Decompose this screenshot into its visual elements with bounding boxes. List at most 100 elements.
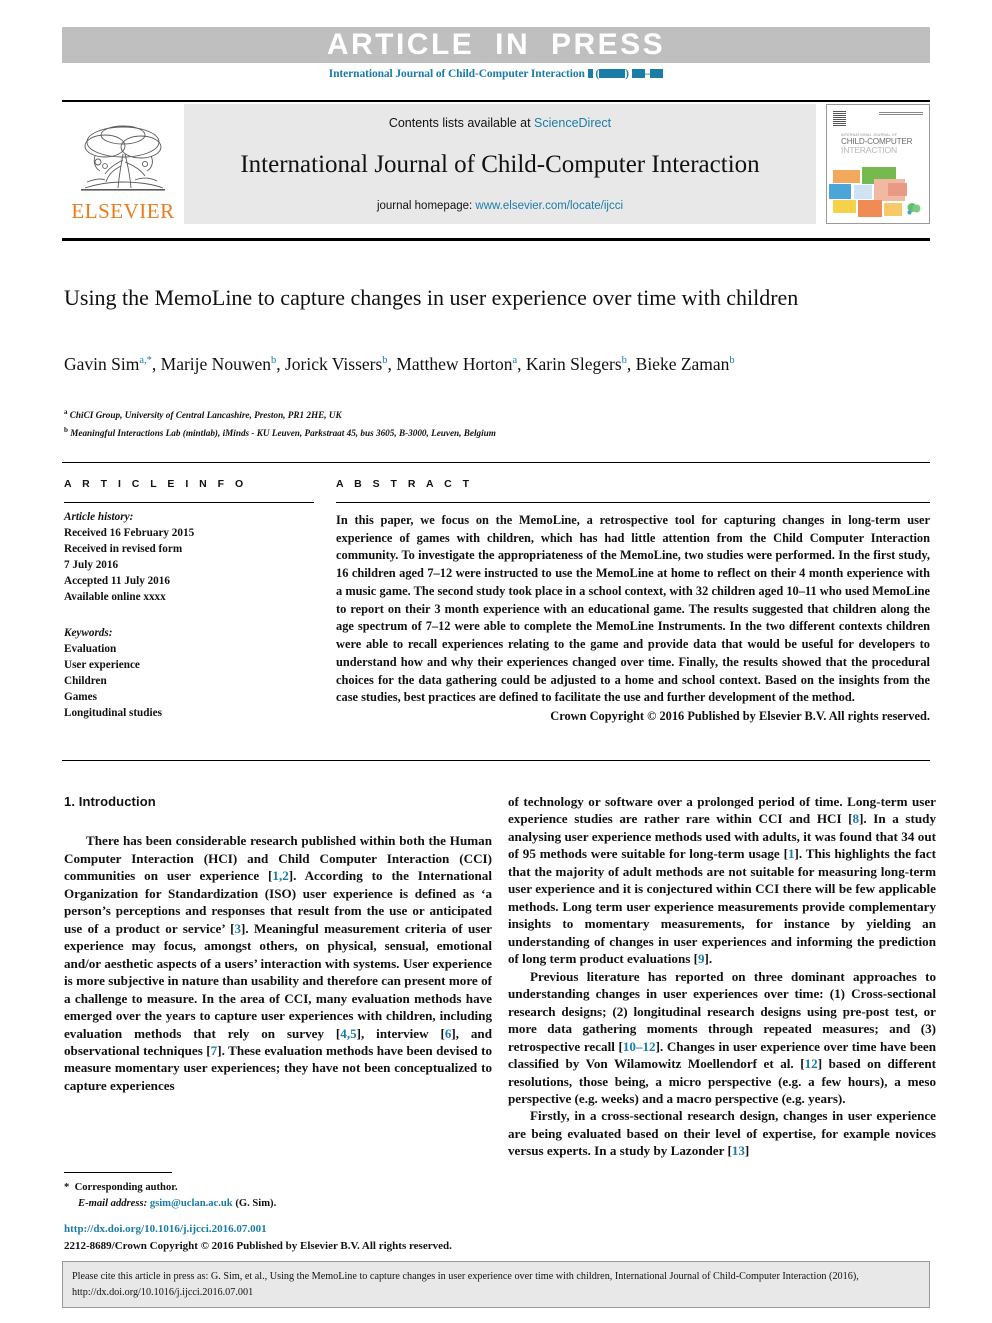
affiliation-text: Meaningful Interactions Lab (mintlab), i… — [70, 428, 496, 439]
cite-this-article-box: Please cite this article in press as: G.… — [62, 1261, 930, 1308]
abstract-column: A B S T R A C T In this paper, we focus … — [336, 478, 930, 724]
paragraph: Previous literature has reported on thre… — [508, 968, 937, 1106]
paragraph: There has been considerable research pub… — [64, 833, 493, 1093]
abstract-copyright: Crown Copyright © 2016 Published by Else… — [550, 709, 930, 724]
page-title: Using the MemoLine to capture changes in… — [64, 285, 799, 310]
keyword-item: User experience — [64, 659, 140, 672]
email-suffix: (G. Sim). — [235, 1197, 277, 1209]
author-marks: b — [621, 355, 627, 367]
journal-cover-thumbnail: INTERNATIONAL JOURNAL OF CHILD-COMPUTER … — [826, 104, 930, 224]
keyword-item: Children — [64, 675, 107, 688]
email-line: E-mail address: gsim@uclan.ac.uk (G. Sim… — [64, 1196, 494, 1212]
contents-prefix: Contents lists available at — [388, 116, 535, 130]
citation-ref[interactable]: 7 — [211, 1043, 218, 1058]
article-page: ARTICLE IN PRESS International Journal o… — [0, 0, 992, 1323]
abstract-heading: A B S T R A C T — [336, 478, 473, 490]
homepage-label: journal homepage: — [376, 200, 476, 212]
abstract-body: In this paper, we focus on the MemoLine,… — [336, 513, 930, 705]
keyword-item: Longitudinal studies — [64, 706, 162, 719]
citation-ref[interactable]: 9 — [698, 951, 705, 966]
author-marks: a,* — [139, 355, 152, 367]
journal-title: International Journal of Child-Computer … — [240, 151, 760, 179]
keyword-item: Games — [64, 691, 97, 704]
author-name: Marije Nouwen — [160, 354, 271, 374]
cover-publisher-logo-icon — [907, 203, 921, 215]
affiliation-item: b Meaningful Interactions Lab (mintlab),… — [64, 424, 864, 442]
keywords-label: Keywords: — [64, 627, 113, 640]
history-line: Received in revised form — [64, 542, 183, 555]
author-item[interactable]: Matthew Hortona — [396, 354, 517, 374]
author-item[interactable]: Karin Slegersb — [526, 354, 627, 374]
footnote-rule — [64, 1172, 172, 1173]
citation-ref[interactable]: 3 — [234, 921, 241, 936]
elsevier-wordmark: ELSEVIER — [71, 199, 175, 223]
article-history-label: Article history: — [64, 511, 134, 523]
affiliation-item: a ChiCI Group, University of Central Lan… — [64, 406, 864, 424]
running-head-volume: () – — [587, 68, 664, 80]
article-info-rule — [64, 502, 314, 503]
doi-block: http://dx.doi.org/10.1016/j.ijcci.2016.0… — [64, 1221, 504, 1254]
article-info-column: A R T I C L E I N F O Article history: R… — [64, 478, 314, 722]
article-info-heading: A R T I C L E I N F O — [64, 478, 248, 490]
cover-title-block: INTERNATIONAL JOURNAL OF CHILD-COMPUTER … — [841, 133, 925, 156]
author-name: Karin Slegers — [525, 354, 622, 374]
author-list: Gavin Sima,*, Marije Nouwenb, Jorick Vis… — [64, 354, 735, 374]
citation-ref[interactable]: 10–12 — [623, 1039, 656, 1054]
email-label: E-mail address: — [78, 1197, 148, 1209]
affiliation-mark: a — [64, 408, 68, 416]
affiliation-mark: b — [64, 426, 68, 435]
paragraph: of technology or software over a prolong… — [508, 794, 936, 967]
keywords-block: Keywords: Evaluation User experience Chi… — [64, 626, 314, 721]
elsevier-tree-icon — [81, 125, 165, 191]
contents-line: Contents lists available at ScienceDirec… — [389, 116, 611, 130]
author-name: Matthew Horton — [396, 354, 513, 374]
author-marks: b — [270, 355, 277, 367]
citation-ref[interactable]: 6 — [445, 1026, 452, 1041]
citation-ref[interactable]: 13 — [732, 1143, 745, 1158]
citation-ref[interactable]: 1 — [788, 846, 795, 861]
author-marks: a — [512, 355, 518, 367]
title-rule — [62, 238, 930, 241]
footnote-block: * Corresponding author. E-mail address: … — [64, 1180, 494, 1212]
article-in-press-banner: ARTICLE IN PRESS — [62, 27, 930, 63]
author-name: Gavin Sim — [64, 354, 140, 374]
author-item[interactable]: Marije Nouwenb — [161, 354, 277, 374]
sciencedirect-link[interactable]: ScienceDirect — [534, 116, 611, 130]
history-line: Received 16 February 2015 — [64, 526, 195, 539]
issn-copyright-line: 2212-8689/Crown Copyright © 2016 Publish… — [64, 1239, 452, 1252]
affiliation-list: a ChiCI Group, University of Central Lan… — [64, 406, 864, 442]
journal-masthead: ELSEVIER Contents lists available at Sci… — [62, 104, 930, 224]
citation-ref[interactable]: 1,2 — [272, 868, 288, 883]
email-link[interactable]: gsim@uclan.ac.uk — [150, 1198, 233, 1209]
corresponding-author-text: Corresponding author. — [74, 1182, 178, 1193]
author-item[interactable]: Bieke Zamanb — [636, 354, 735, 374]
keyword-item: Evaluation — [64, 643, 117, 656]
author-marks: b — [382, 355, 388, 367]
article-in-press-label: ARTICLE IN PRESS — [326, 28, 666, 61]
running-head-journal: International Journal of Child-Computer … — [328, 68, 585, 80]
author-marks: b — [729, 355, 735, 367]
citation-ref[interactable]: 12 — [805, 1056, 818, 1071]
affiliation-text: ChiCI Group, University of Central Lanca… — [69, 410, 342, 421]
author-name: Jorick Vissers — [284, 354, 383, 374]
masthead-center: Contents lists available at ScienceDirec… — [184, 104, 816, 224]
author-item[interactable]: Jorick Vissersb — [285, 354, 388, 374]
history-line: Available online xxxx — [64, 590, 166, 603]
author-item[interactable]: Gavin Sima,* — [64, 354, 152, 374]
author-name: Bieke Zaman — [635, 354, 730, 374]
homepage-url-link[interactable]: www.elsevier.com/locate/ijcci — [475, 200, 623, 212]
journal-homepage-line: journal homepage: www.elsevier.com/locat… — [377, 200, 623, 212]
cover-topright-text-lines — [879, 112, 923, 116]
doi-link[interactable]: http://dx.doi.org/10.1016/j.ijcci.2016.0… — [64, 1221, 504, 1238]
citation-ref[interactable]: 4,5 — [340, 1026, 356, 1041]
cite-this-article-text: Please cite this article in press as: G.… — [72, 1271, 859, 1298]
elsevier-logo: ELSEVIER — [62, 104, 184, 224]
intro-left-column: 1. Introduction There has been considera… — [64, 793, 492, 1094]
masthead-top-rule — [62, 100, 930, 102]
intro-right-column: of technology or software over a prolong… — [508, 793, 936, 1160]
history-line: 7 July 2016 — [64, 558, 119, 571]
corresponding-author-note: * Corresponding author. — [64, 1180, 494, 1196]
article-history-block: Article history: Received 16 February 20… — [64, 510, 314, 605]
citation-ref[interactable]: 8 — [853, 811, 860, 826]
paragraph: Firstly, in a cross-sectional research d… — [508, 1108, 936, 1159]
